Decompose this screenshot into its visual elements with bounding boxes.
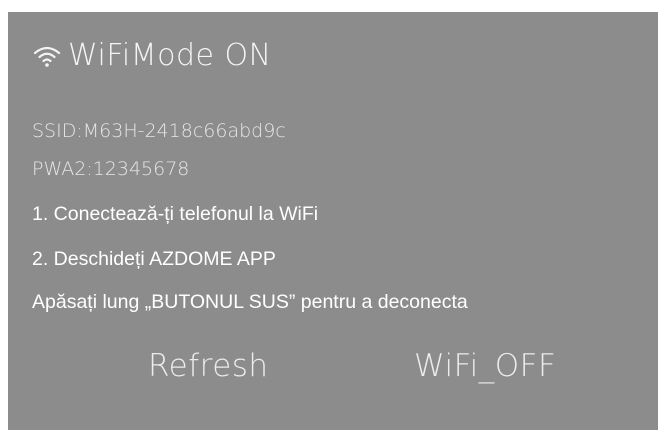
wifi-mode-screen: WiFiMode ON SSID:M63H-2418c66abd9c PWA2:… bbox=[8, 12, 658, 430]
header: WiFiMode ON bbox=[32, 38, 272, 73]
instruction-step-3: Apăsați lung „BUTONUL SUS” pentru a deco… bbox=[32, 291, 468, 313]
refresh-button[interactable]: Refresh bbox=[148, 348, 269, 384]
password-label: PWA2:12345678 bbox=[32, 158, 190, 180]
wifi-icon bbox=[33, 46, 61, 67]
page-title: WiFiMode ON bbox=[68, 38, 272, 73]
wifi-off-button[interactable]: WiFi_OFF bbox=[414, 348, 556, 384]
ssid-label: SSID:M63H-2418c66abd9c bbox=[32, 120, 286, 142]
instruction-step-2: 2. Deschideți AZDOME APP bbox=[32, 248, 276, 270]
instruction-step-1: 1. Conectează-ți telefonul la WiFi bbox=[32, 203, 319, 225]
